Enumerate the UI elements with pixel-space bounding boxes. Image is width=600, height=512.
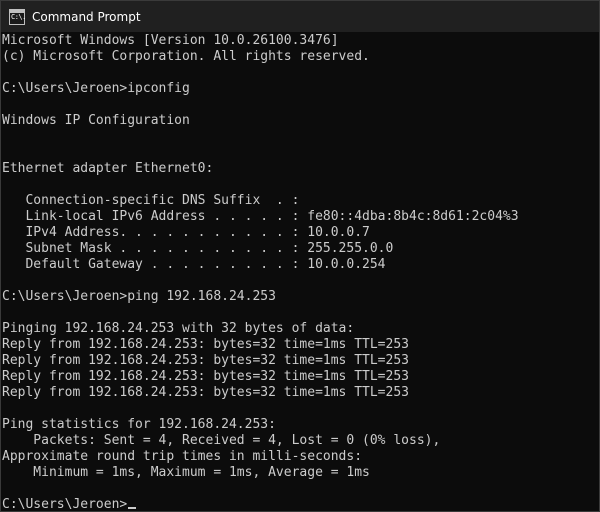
title-bar[interactable]: C:\. Command Prompt	[1, 1, 599, 32]
console-line-text: Ethernet adapter Ethernet0:	[2, 161, 214, 176]
console-line-text: IPv4 Address. . . . . . . . . . . : 10.0…	[2, 225, 370, 240]
console-line: C:\Users\Jeroen>	[2, 497, 592, 511]
console-line: Reply from 192.168.24.253: bytes=32 time…	[2, 353, 592, 369]
console-output[interactable]: Microsoft Windows [Version 10.0.26100.34…	[2, 33, 592, 511]
console-line: Ping statistics for 192.168.24.253:	[2, 417, 592, 433]
console-line: Windows IP Configuration	[2, 113, 592, 129]
console-line-text: Reply from 192.168.24.253: bytes=32 time…	[2, 369, 409, 384]
console-line-text: Connection-specific DNS Suffix . :	[2, 193, 300, 208]
console-line: Reply from 192.168.24.253: bytes=32 time…	[2, 337, 592, 353]
console-line: Reply from 192.168.24.253: bytes=32 time…	[2, 369, 592, 385]
console-line: Pinging 192.168.24.253 with 32 bytes of …	[2, 321, 592, 337]
console-line-text: Microsoft Windows [Version 10.0.26100.34…	[2, 33, 339, 48]
console-line: Reply from 192.168.24.253: bytes=32 time…	[2, 385, 592, 401]
console-line-text: C:\Users\Jeroen>ping 192.168.24.253	[2, 289, 276, 304]
console-line-text: Minimum = 1ms, Maximum = 1ms, Average = …	[2, 465, 370, 480]
console-line: Minimum = 1ms, Maximum = 1ms, Average = …	[2, 465, 592, 481]
console-line: (c) Microsoft Corporation. All rights re…	[2, 49, 592, 65]
command-prompt-window: C:\. Command Prompt Microsoft Windows [V…	[0, 0, 600, 512]
console-line: IPv4 Address. . . . . . . . . . . : 10.0…	[2, 225, 592, 241]
console-line: Microsoft Windows [Version 10.0.26100.34…	[2, 33, 592, 49]
console-line: Approximate round trip times in milli-se…	[2, 449, 592, 465]
console-line-text: Ping statistics for 192.168.24.253:	[2, 417, 276, 432]
console-line-text: (c) Microsoft Corporation. All rights re…	[2, 49, 370, 64]
console-line-text: C:\Users\Jeroen>	[2, 497, 128, 511]
console-line-text: Windows IP Configuration	[2, 113, 190, 128]
console-line: Packets: Sent = 4, Received = 4, Lost = …	[2, 433, 592, 449]
console-line-text: Reply from 192.168.24.253: bytes=32 time…	[2, 353, 409, 368]
console-line: Connection-specific DNS Suffix . :	[2, 193, 592, 209]
console-line: C:\Users\Jeroen>ping 192.168.24.253	[2, 289, 592, 305]
console-line-text: Pinging 192.168.24.253 with 32 bytes of …	[2, 321, 355, 336]
console-line: Subnet Mask . . . . . . . . . . . : 255.…	[2, 241, 592, 257]
console-line: C:\Users\Jeroen>ipconfig	[2, 81, 592, 97]
console-line-text: Reply from 192.168.24.253: bytes=32 time…	[2, 385, 409, 400]
command-prompt-icon[interactable]: C:\.	[9, 8, 26, 25]
text-cursor	[128, 507, 137, 509]
console-line-text: Packets: Sent = 4, Received = 4, Lost = …	[2, 433, 441, 448]
console-line-text: C:\Users\Jeroen>ipconfig	[2, 81, 190, 96]
scrollbar[interactable]	[593, 32, 599, 511]
console-line: Ethernet adapter Ethernet0:	[2, 161, 592, 177]
console-line-text: Default Gateway . . . . . . . . . : 10.0…	[2, 257, 386, 272]
window-title: Command Prompt	[32, 9, 141, 24]
console-line-text: Reply from 192.168.24.253: bytes=32 time…	[2, 337, 409, 352]
icon-glyph: C:\.	[11, 12, 26, 21]
console-line: Link-local IPv6 Address . . . . . : fe80…	[2, 209, 592, 225]
console-line-text: Link-local IPv6 Address . . . . . : fe80…	[2, 209, 519, 224]
console-line-text: Subnet Mask . . . . . . . . . . . : 255.…	[2, 241, 394, 256]
console-line-text: Approximate round trip times in milli-se…	[2, 449, 363, 464]
console-line: Default Gateway . . . . . . . . . : 10.0…	[2, 257, 592, 273]
